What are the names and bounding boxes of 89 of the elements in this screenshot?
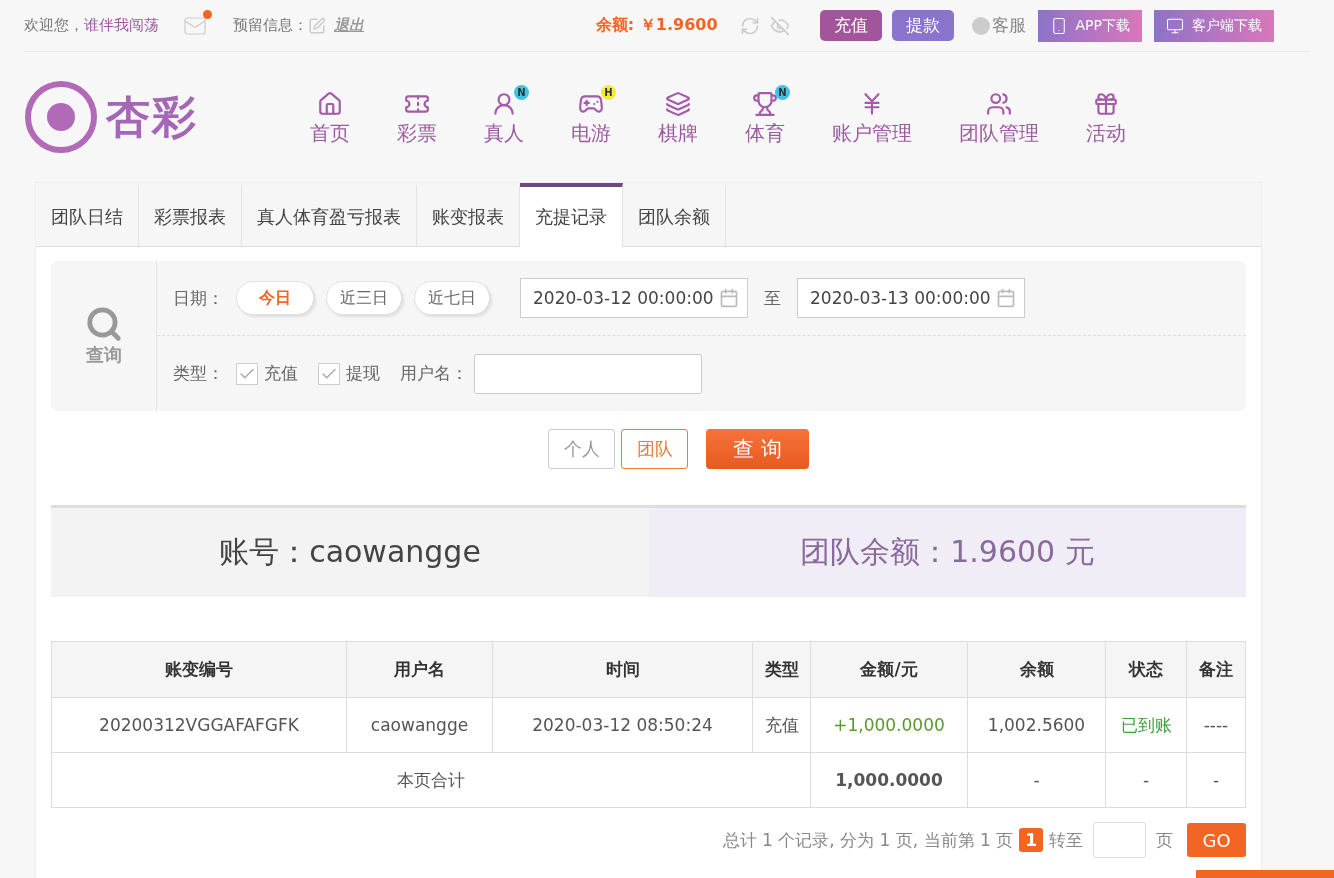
nav-item[interactable]: 团队管理: [939, 87, 1059, 147]
table-cell: 1,000.0000: [810, 752, 968, 808]
nav-item[interactable]: 彩票: [377, 87, 457, 147]
date-label: 日期：: [173, 286, 224, 310]
table-cell: 20200312VGGAFAFGFK: [51, 697, 347, 753]
welcome-text: 欢迎您，: [24, 16, 84, 35]
go-button[interactable]: GO: [1187, 823, 1246, 857]
checkbox-label: 提现: [346, 362, 380, 385]
calendar-icon: [996, 288, 1016, 308]
quick-date-button[interactable]: 近三日: [326, 281, 402, 315]
people-icon: [986, 90, 1012, 117]
table-cell: 1,002.5600: [967, 697, 1106, 753]
table-cell: +1,000.0000: [810, 697, 968, 753]
column-header: 余额: [967, 641, 1106, 698]
team-balance-summary: 团队余额：1.9600 元: [649, 508, 1246, 597]
quick-date-button[interactable]: 近七日: [414, 281, 490, 315]
nav-item[interactable]: 棋牌: [638, 87, 718, 147]
table-cell: -: [1105, 752, 1187, 808]
checkbox-label: 充值: [264, 362, 298, 385]
goto-label: 转至: [1049, 828, 1083, 852]
nav-item[interactable]: H 电游: [551, 87, 631, 147]
table-cell: caowangge: [346, 697, 493, 753]
checkbox[interactable]: [318, 362, 340, 385]
client-download-button[interactable]: 客户端下载: [1154, 9, 1274, 42]
monitor-icon: [1166, 16, 1184, 35]
logout-link[interactable]: 退出: [334, 16, 364, 35]
trophy-icon: [752, 90, 778, 117]
service-link[interactable]: 客服: [991, 14, 1026, 37]
table-cell: -: [1186, 752, 1246, 808]
username-link[interactable]: 谁伴我闯荡: [84, 16, 159, 35]
calendar-icon: [719, 288, 739, 308]
pagination-info: 总计 1 个记录, 分为 1 页, 当前第 1 页: [722, 828, 1014, 852]
username-label: 用户名：: [400, 362, 468, 385]
table-cell: 充值: [752, 697, 811, 753]
nav-badge: N: [514, 84, 529, 100]
table-cell: 已到账: [1105, 697, 1187, 753]
table-cell: ----: [1186, 697, 1246, 753]
scope-button[interactable]: 个人: [548, 429, 615, 469]
report-tab[interactable]: 充提记录: [520, 183, 623, 247]
report-tab[interactable]: 团队余额: [623, 183, 726, 246]
reserved-label: 预留信息：: [233, 16, 308, 35]
page-field[interactable]: [1093, 822, 1146, 858]
avatar-icon: [971, 16, 990, 35]
column-header: 类型: [752, 641, 811, 698]
refresh-icon[interactable]: [739, 15, 760, 36]
nav-item[interactable]: 账户管理: [812, 87, 932, 147]
search-icon: [84, 305, 123, 343]
search-label: 查询: [85, 343, 122, 367]
nav-item[interactable]: N 体育: [725, 87, 805, 147]
account-summary: 账号：caowangge: [51, 508, 649, 597]
eye-off-icon[interactable]: [769, 15, 790, 36]
table-cell: -: [967, 752, 1106, 808]
app-download-button[interactable]: APP下载: [1037, 9, 1142, 42]
nav-item[interactable]: N 真人: [464, 87, 544, 147]
report-tab[interactable]: 团队日结: [36, 183, 139, 246]
checkbox[interactable]: [236, 362, 258, 385]
to-label: 至: [764, 286, 781, 310]
page-unit: 页: [1156, 828, 1173, 852]
column-header: 时间: [492, 641, 753, 698]
balance-text: 余额: ￥1.9600: [595, 15, 718, 36]
person-icon: [491, 90, 517, 117]
column-header: 金额/元: [810, 641, 968, 698]
type-label: 类型：: [173, 362, 224, 385]
nav-item[interactable]: 活动: [1066, 87, 1146, 147]
column-header: 备注: [1186, 641, 1246, 698]
end-date-field[interactable]: 2020-03-13 00:00:00: [797, 278, 1025, 318]
nav-badge: N: [775, 84, 790, 100]
quick-date-button[interactable]: 今日: [236, 281, 314, 315]
query-button[interactable]: 查 询: [706, 429, 809, 469]
report-tab[interactable]: 真人体育盈亏报表: [242, 183, 417, 246]
start-date-field[interactable]: 2020-03-12 00:00:00: [520, 278, 748, 318]
column-header: 用户名: [346, 641, 493, 698]
current-page[interactable]: 1: [1019, 828, 1043, 852]
column-header: 账变编号: [51, 641, 347, 698]
column-header: 状态: [1105, 641, 1187, 698]
table-cell: 本页合计: [51, 752, 811, 808]
table-cell: 2020-03-12 08:50:24: [492, 697, 753, 753]
username-field[interactable]: [474, 353, 702, 394]
recharge-button[interactable]: 充值: [819, 10, 882, 41]
report-tab[interactable]: 彩票报表: [139, 183, 242, 246]
gift-icon: [1093, 90, 1119, 117]
house-icon: [317, 90, 343, 117]
withdraw-button[interactable]: 提款: [891, 10, 954, 41]
nav-badge: H: [601, 84, 616, 100]
logo-emblem-icon: [24, 80, 98, 154]
edit-icon[interactable]: [308, 16, 326, 35]
scope-button[interactable]: 团队: [621, 429, 688, 469]
nav-item[interactable]: 首页: [290, 87, 370, 147]
logo-text: 杏彩: [106, 89, 198, 144]
